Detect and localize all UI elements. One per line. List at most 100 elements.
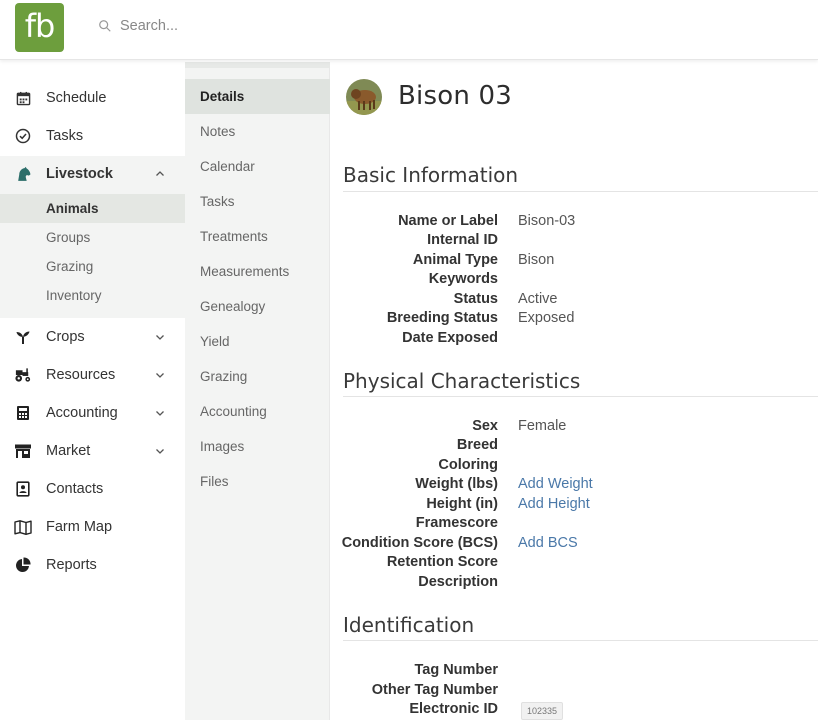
- sidebar-item-contacts[interactable]: Contacts: [0, 470, 185, 508]
- tab-measurements[interactable]: Measurements: [185, 254, 330, 289]
- store-icon: [14, 442, 32, 460]
- map-icon: [14, 518, 32, 536]
- sidebar-item-accounting[interactable]: Accounting: [0, 394, 185, 432]
- chevron-up-icon[interactable]: [153, 167, 167, 181]
- livestock-submenu: Livestock Animals Groups Grazing Invento…: [0, 156, 185, 318]
- field-label: Height (in): [426, 496, 498, 512]
- tab-label: Measurements: [200, 264, 290, 279]
- sidebar-item-label: Market: [46, 443, 91, 459]
- sidebar-item-label: Schedule: [46, 90, 107, 106]
- animal-avatar[interactable]: [346, 79, 382, 115]
- tab-label: Yield: [200, 334, 230, 349]
- sidebar-item-crops[interactable]: Crops: [0, 318, 185, 356]
- tab-calendar[interactable]: Calendar: [185, 149, 330, 184]
- divider: [343, 640, 818, 641]
- divider: [343, 396, 818, 397]
- calendar-icon: [14, 89, 32, 107]
- field-value: Active: [518, 291, 558, 307]
- electronic-id-badge: 102335: [521, 702, 564, 720]
- farmbrite-logo[interactable]: fb: [15, 3, 64, 52]
- tab-label: Details: [200, 89, 245, 104]
- sidebar-subitem-label: Groups: [46, 230, 91, 245]
- field-label: Status: [453, 291, 498, 307]
- sidebar-item-label: Accounting: [46, 405, 118, 421]
- field-label: Weight (lbs): [415, 476, 498, 492]
- field-label: Breeding Status: [386, 310, 498, 326]
- sidebar-item-schedule[interactable]: Schedule: [0, 79, 185, 117]
- tab-label: Grazing: [200, 369, 248, 384]
- field-label: Framescore: [415, 515, 498, 531]
- field-value: Bison: [518, 252, 555, 268]
- field-value: Exposed: [518, 310, 575, 326]
- tab-label: Treatments: [200, 229, 268, 244]
- sidebar-subitem-animals[interactable]: Animals: [0, 194, 185, 223]
- search-icon: [99, 20, 111, 32]
- tab-yield[interactable]: Yield: [185, 324, 330, 359]
- divider: [343, 191, 818, 192]
- field-label: Keywords: [428, 271, 498, 287]
- field-label: Animal Type: [412, 252, 498, 268]
- tab-tasks[interactable]: Tasks: [185, 184, 330, 219]
- sidebar-item-resources[interactable]: Resources: [0, 356, 185, 394]
- horse-head-icon: [14, 165, 32, 183]
- sidebar-item-farm-map[interactable]: Farm Map: [0, 508, 185, 546]
- tab-accounting[interactable]: Accounting: [185, 394, 330, 429]
- search-box[interactable]: [98, 18, 300, 34]
- sidebar-item-reports[interactable]: Reports: [0, 546, 185, 584]
- field-label: Coloring: [438, 457, 498, 473]
- sidebar: Schedule Tasks Livestock Animals Groups …: [0, 67, 185, 720]
- search-input[interactable]: [120, 18, 300, 34]
- calculator-icon: [14, 404, 32, 422]
- tab-details[interactable]: Details: [185, 79, 330, 114]
- sidebar-item-label: Livestock: [46, 166, 113, 182]
- sidebar-subitem-inventory[interactable]: Inventory: [0, 281, 185, 310]
- sidebar-item-livestock[interactable]: Livestock: [0, 155, 185, 193]
- sidebar-item-label: Tasks: [46, 128, 84, 144]
- sidebar-subitem-groups[interactable]: Groups: [0, 223, 185, 252]
- sidebar-item-market[interactable]: Market: [0, 432, 185, 470]
- field-label: Date Exposed: [402, 330, 498, 346]
- field-label: Name or Label: [398, 213, 498, 229]
- field-label: Description: [418, 574, 498, 590]
- add-weight-link[interactable]: Add Weight: [518, 476, 593, 492]
- tab-label: Images: [200, 439, 245, 454]
- tab-label: Calendar: [200, 159, 255, 174]
- tab-images[interactable]: Images: [185, 429, 330, 464]
- top-bar: fb: [0, 0, 818, 60]
- tab-label: Notes: [200, 124, 236, 139]
- sidebar-item-label: Crops: [46, 329, 85, 345]
- tab-grazing[interactable]: Grazing: [185, 359, 330, 394]
- chevron-down-icon[interactable]: [153, 444, 167, 458]
- tab-files[interactable]: Files: [185, 464, 330, 499]
- sidebar-item-label: Resources: [46, 367, 116, 383]
- field-label: Sex: [472, 418, 498, 434]
- sidebar-subitem-grazing[interactable]: Grazing: [0, 252, 185, 281]
- tab-label: Tasks: [200, 194, 235, 209]
- tractor-icon: [14, 366, 32, 384]
- add-bcs-link[interactable]: Add BCS: [518, 535, 578, 551]
- field-value: Female: [518, 418, 567, 434]
- field-value: Bison-03: [518, 213, 576, 229]
- animal-details-panel: Bison 03 Basic Information Name or Label…: [330, 62, 818, 720]
- chevron-down-icon[interactable]: [153, 368, 167, 382]
- tab-treatments[interactable]: Treatments: [185, 219, 330, 254]
- chevron-down-icon[interactable]: [153, 330, 167, 344]
- field-label: Internal ID: [427, 232, 498, 248]
- sidebar-item-tasks[interactable]: Tasks: [0, 117, 185, 155]
- tab-genealogy[interactable]: Genealogy: [185, 289, 330, 324]
- field-label: Other Tag Number: [371, 682, 498, 698]
- tab-label: Files: [200, 474, 229, 489]
- chevron-down-icon[interactable]: [153, 406, 167, 420]
- sidebar-item-label: Reports: [46, 557, 97, 573]
- tab-label: Accounting: [200, 404, 267, 419]
- contact-card-icon: [14, 480, 32, 498]
- tab-notes[interactable]: Notes: [185, 114, 330, 149]
- sprout-icon: [14, 328, 32, 346]
- sidebar-subitem-label: Grazing: [46, 259, 94, 274]
- add-height-link[interactable]: Add Height: [518, 496, 590, 512]
- pie-chart-icon: [14, 556, 32, 574]
- section-title-identification: Identification: [343, 613, 475, 637]
- tab-label: Genealogy: [200, 299, 266, 314]
- sidebar-subitem-label: Animals: [46, 201, 99, 216]
- page-title: Bison 03: [398, 81, 512, 111]
